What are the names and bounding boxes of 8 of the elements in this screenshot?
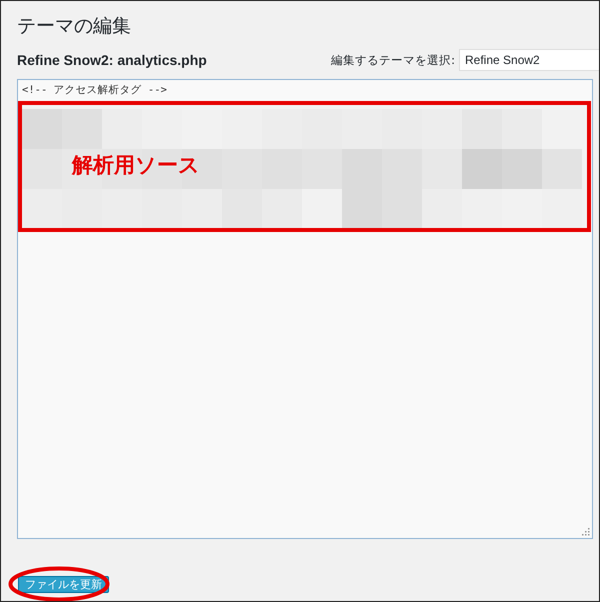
annotation-label: 解析用ソース (72, 152, 200, 179)
file-heading: Refine Snow2: analytics.php (17, 52, 208, 68)
theme-select-label: 編集するテーマを選択: (331, 52, 455, 68)
theme-select[interactable]: Refine Snow2 (459, 49, 599, 71)
resize-grip-icon[interactable] (582, 528, 590, 536)
page-title: テーマの編集 (17, 14, 132, 39)
code-editor[interactable]: <!-- アクセス解析タグ --> 解析用ソース (17, 79, 593, 539)
code-line: <!-- アクセス解析タグ --> (22, 83, 168, 97)
